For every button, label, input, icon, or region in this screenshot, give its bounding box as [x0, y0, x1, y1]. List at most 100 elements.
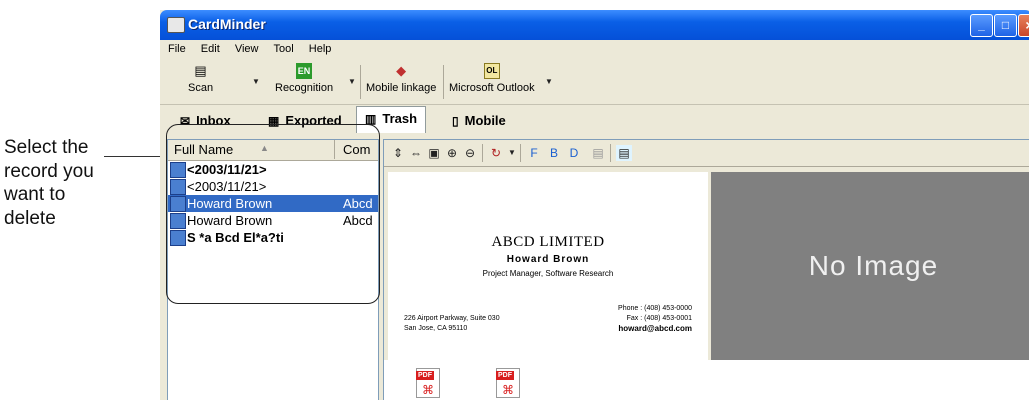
pdf-attachment-icon[interactable]: PDF ⌘ — [496, 368, 520, 398]
menu-edit[interactable]: Edit — [195, 40, 226, 55]
tab-mobile[interactable]: ▯ Mobile — [444, 109, 514, 131]
menu-file[interactable]: File — [160, 40, 192, 55]
sort-arrow-icon: ▲ — [260, 143, 269, 153]
scan-label: Scan — [188, 82, 214, 94]
maximize-button[interactable]: □ — [994, 14, 1017, 37]
card-record-icon — [170, 230, 186, 246]
acrobat-symbol-icon: ⌘ — [422, 383, 434, 397]
record-name: <2003/11/21> — [187, 179, 267, 194]
recognition-label: Recognition — [275, 82, 334, 94]
callout-text: Select the record you want to delete — [4, 136, 134, 230]
fit-width-icon[interactable]: ⇔ — [408, 145, 424, 161]
card-company: ABCD LIMITED — [491, 234, 605, 250]
card-record-icon — [170, 213, 186, 229]
toolbar-separator — [610, 144, 611, 162]
card-contact: Phone : (408) 453-0000 Fax : (408) 453-0… — [618, 304, 692, 334]
record-name: Howard Brown — [187, 213, 273, 228]
card-preview-pane: ⇕ ⇔ ▣ ⊕ ⊖ ↻ ▼ F B D ▤ ▤ ABCD LIMITED How… — [383, 139, 1029, 400]
copy-icon[interactable]: ▤ — [590, 145, 606, 161]
scanner-icon: ▤ — [194, 63, 207, 78]
card-fax: Fax : (408) 453-0001 — [626, 315, 692, 322]
card-image-area: ABCD LIMITED Howard Brown Project Manage… — [384, 167, 1029, 360]
close-button[interactable]: × — [1018, 14, 1029, 37]
inbox-icon: ✉ — [180, 114, 191, 128]
record-company: Abcd — [343, 196, 373, 211]
recognition-dropdown-arrow[interactable]: ▼ — [348, 77, 356, 86]
title-bar[interactable]: CardMinder _ □ × — [160, 10, 1029, 40]
no-image-placeholder: No Image — [711, 172, 1029, 360]
window-title: CardMinder — [188, 16, 266, 32]
list-item[interactable]: Howard Brown Abcd — [168, 212, 378, 229]
toolbar-separator — [482, 144, 483, 162]
rotate-dropdown-icon[interactable]: ▼ — [504, 145, 520, 161]
card-record-icon — [170, 162, 186, 178]
list-header: Full Name ▲ Com — [168, 140, 378, 161]
main-toolbar: ▤ Scan ▼ EN Recognition ▼ ◆ Mobile linka… — [160, 59, 1029, 105]
list-item-selected[interactable]: Howard Brown Abcd — [168, 195, 378, 212]
fit-height-icon[interactable]: ⇕ — [390, 145, 406, 161]
card-record-icon — [170, 179, 186, 195]
scan-button[interactable]: ▤ Scan — [188, 63, 213, 94]
card-address-line1: 226 Airport Parkway, Suite 030 — [404, 315, 500, 322]
preview-toolbar: ⇕ ⇔ ▣ ⊕ ⊖ ↻ ▼ F B D ▤ ▤ — [384, 140, 1029, 167]
tab-mobile-label: Mobile — [464, 113, 506, 128]
outlook-button[interactable]: OL Microsoft Outlook — [449, 63, 535, 94]
record-name: Howard Brown — [187, 196, 273, 211]
mobile-linkage-button[interactable]: ◆ Mobile linkage — [366, 63, 436, 94]
acrobat-symbol-icon: ⌘ — [502, 383, 514, 397]
menu-view[interactable]: View — [229, 40, 265, 55]
column-full-name-label: Full Name — [174, 142, 234, 157]
tab-trash[interactable]: ▥ Trash — [356, 106, 427, 133]
callout-line-3: want to — [4, 184, 66, 205]
outlook-label: Microsoft Outlook — [449, 82, 535, 94]
toolbar-separator — [443, 65, 444, 99]
tab-exported-label: Exported — [285, 113, 342, 128]
toolbar-separator — [360, 65, 361, 99]
card-address: 226 Airport Parkway, Suite 030 San Jose,… — [404, 314, 500, 334]
list-item[interactable]: <2003/11/21> — [168, 161, 378, 178]
scan-dropdown-arrow[interactable]: ▼ — [252, 77, 260, 86]
zoom-out-icon[interactable]: ⊖ — [462, 145, 478, 161]
outlook-dropdown-arrow[interactable]: ▼ — [545, 77, 553, 86]
fit-page-icon[interactable]: ▣ — [426, 145, 442, 161]
record-name: <2003/11/21> — [187, 162, 267, 177]
tab-inbox[interactable]: ✉ Inbox — [172, 109, 239, 131]
trash-icon: ▥ — [365, 112, 377, 126]
back-side-icon[interactable]: B — [546, 145, 562, 161]
column-company[interactable]: Com — [343, 142, 370, 157]
card-person-name: Howard Brown — [506, 254, 590, 265]
list-item[interactable]: <2003/11/21> — [168, 178, 378, 195]
callout-line-2: record you — [4, 160, 94, 182]
zoom-in-icon[interactable]: ⊕ — [444, 145, 460, 161]
mobile-icon: ▯ — [452, 114, 459, 128]
mobile-linkage-label: Mobile linkage — [366, 82, 437, 94]
menu-tool[interactable]: Tool — [268, 40, 300, 55]
tab-trash-label: Trash — [382, 111, 418, 126]
ocr-icon[interactable]: ▤ — [616, 145, 632, 161]
business-card-front: ABCD LIMITED Howard Brown Project Manage… — [388, 172, 708, 360]
toolbar-separator — [520, 144, 521, 162]
list-item[interactable]: S *a Bcd El*a?ti — [168, 229, 378, 246]
card-job-title: Project Manager, Software Research — [482, 269, 614, 278]
column-full-name[interactable]: Full Name ▲ — [168, 140, 335, 159]
card-email: howard@abcd.com — [618, 324, 692, 333]
card-list: Full Name ▲ Com <2003/11/21> <2003/11/21… — [167, 139, 379, 400]
recognition-button[interactable]: EN Recognition — [275, 63, 333, 94]
record-company: Abcd — [343, 213, 373, 228]
front-side-icon[interactable]: F — [526, 145, 542, 161]
minimize-button[interactable]: _ — [970, 14, 993, 37]
card-record-icon — [170, 196, 186, 212]
pdf-attachment-icon[interactable]: PDF ⌘ — [416, 368, 440, 398]
menu-help[interactable]: Help — [303, 40, 338, 55]
folder-tabs: ✉ Inbox ▦ Exported ▥ Trash ▯ Mobile — [160, 106, 1029, 133]
tab-exported[interactable]: ▦ Exported — [260, 109, 350, 131]
no-image-label: No Image — [808, 250, 939, 281]
menu-bar: File Edit View Tool Help — [160, 40, 1029, 59]
card-phone: Phone : (408) 453-0000 — [618, 305, 692, 312]
record-name: S *a Bcd El*a?ti — [187, 230, 284, 245]
mobile-linkage-icon: ◆ — [396, 63, 407, 78]
pdf-label: PDF — [416, 371, 434, 380]
double-side-icon[interactable]: D — [566, 145, 582, 161]
rotate-icon[interactable]: ↻ — [488, 145, 504, 161]
callout-line-4: delete — [4, 207, 56, 229]
